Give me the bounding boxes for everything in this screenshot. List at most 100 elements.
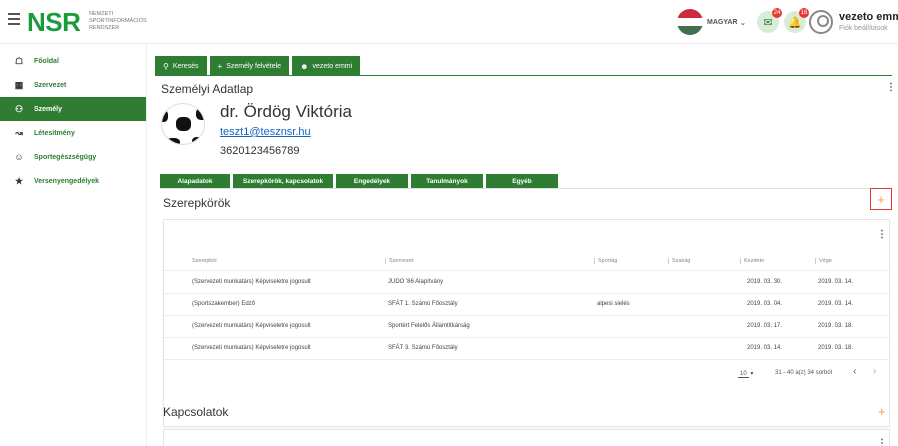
person-email-link[interactable]: teszt1@tesznsr.hu — [220, 126, 311, 138]
sidebar-item-label: Szervezet — [34, 81, 67, 89]
sidebar-item-facility[interactable]: ↝ Létesítmény — [0, 121, 146, 145]
cell-end: 2019. 03. 18. — [818, 323, 854, 329]
contacts-table-card: ⋮ — [163, 429, 890, 446]
tab-divider — [155, 75, 892, 76]
more-options-icon[interactable]: ⋮ — [877, 229, 887, 240]
add-contact-button[interactable]: + — [878, 404, 886, 419]
cell-organization: SFÁT 3. Számú Főosztály — [388, 345, 458, 351]
tab-other[interactable]: Egyéb — [486, 174, 558, 188]
cell-organization: JUDO '86 Alapítvány — [388, 279, 444, 285]
page-info: 31 - 40 a(z) 34 sorból — [775, 370, 833, 376]
app-logo[interactable]: NSR — [27, 7, 81, 38]
next-page-icon[interactable]: › — [873, 366, 876, 377]
people-icon: ⚇ — [14, 103, 24, 114]
messages-button[interactable]: ✉ 24 — [757, 8, 782, 33]
messages-badge: 24 — [772, 8, 782, 18]
cell-role: (Szervezeti munkatárs) Képviseletre jogo… — [192, 345, 311, 351]
cell-start: 2019. 03. 14. — [747, 345, 783, 351]
page-size-value: 10 — [738, 371, 749, 378]
sidebar-item-organization[interactable]: ▦ Szervezet — [0, 73, 146, 97]
cell-role: (Szervezeti munkatárs) Képviseletre jogo… — [192, 279, 311, 285]
sidebar-item-label: Versenyengedélyek — [34, 177, 99, 185]
sidebar-item-person[interactable]: ⚇ Személy — [0, 97, 146, 121]
tab-label: vezeto emmi — [312, 62, 353, 70]
cell-start: 2019. 03. 30. — [747, 279, 783, 285]
main-content: ⚲ Keresés + Személy felvétele ☻ vezeto e… — [147, 45, 898, 446]
tab-divider — [160, 188, 890, 189]
tab-licenses[interactable]: Engedélyek — [336, 174, 408, 188]
add-role-button[interactable]: + — [870, 188, 892, 210]
plus-icon: + — [217, 61, 223, 71]
more-options-icon[interactable]: ⋮ — [886, 82, 896, 93]
notifications-badge: 16 — [799, 8, 809, 18]
previous-page-icon[interactable]: ‹ — [853, 366, 856, 377]
table-row[interactable]: (Szervezeti munkatárs) Képviseletre jogo… — [164, 338, 889, 360]
tab-search[interactable]: ⚲ Keresés — [155, 56, 207, 76]
search-icon: ⚲ — [163, 61, 169, 71]
health-icon: ☺ — [14, 152, 24, 162]
tab-roles-relations[interactable]: Szerepkörök, kapcsolatok — [233, 174, 333, 188]
top-header: NSR Nemzeti Sportinformációs Rendszer MA… — [0, 0, 898, 44]
cell-end: 2019. 03. 18. — [818, 345, 854, 351]
sidebar-item-home[interactable]: ☖ Főoldal — [0, 49, 146, 73]
contacts-section-title: Kapcsolatok — [163, 405, 229, 419]
notifications-button[interactable]: 🔔 16 — [784, 8, 809, 33]
column-header-sport[interactable]: Sportág — [594, 258, 617, 264]
table-row[interactable]: (Szervezeti munkatárs) Képviseletre jogo… — [164, 316, 889, 338]
hungarian-flag-icon — [677, 9, 703, 35]
sidebar: ☖ Főoldal ▦ Szervezet ⚇ Személy ↝ Létesí… — [0, 45, 147, 446]
more-options-icon[interactable]: ⋮ — [877, 438, 887, 446]
cell-organization: Sportért Felelős Államtitkárság — [388, 323, 470, 329]
tab-studies[interactable]: Tanulmányok — [411, 174, 483, 188]
tab-add-person[interactable]: + Személy felvétele — [209, 56, 290, 76]
column-header-organization[interactable]: Szervezet — [385, 258, 413, 264]
cell-end: 2019. 03. 14. — [818, 279, 854, 285]
cell-sport: alpesi sielés — [597, 301, 630, 307]
dropdown-icon: ▾ — [750, 371, 754, 377]
menu-icon[interactable] — [8, 13, 20, 25]
column-header-end[interactable]: Vége — [815, 258, 832, 264]
profile-photo — [161, 103, 205, 145]
sidebar-item-competition-licenses[interactable]: ★ Versenyengedélyek — [0, 169, 146, 193]
cell-role: (Sportszakember) Edző — [192, 301, 256, 307]
roles-table-card: ⋮ Szerepkör Szervezet Sportág Szakág Kez… — [163, 219, 890, 427]
app-logo-subtitle: Nemzeti Sportinformációs Rendszer — [89, 11, 147, 31]
column-header-start[interactable]: Kezdete — [740, 258, 764, 264]
message-icon: ✉ — [763, 16, 773, 29]
cell-end: 2019. 03. 14. — [818, 301, 854, 307]
home-icon: ☖ — [14, 55, 24, 66]
tab-basic-data[interactable]: Alapadatok — [160, 174, 230, 188]
sidebar-item-label: Főoldal — [34, 57, 59, 65]
table-row[interactable]: (Szervezeti munkatárs) Képviseletre jogo… — [164, 272, 889, 294]
sidebar-item-label: Személy — [34, 105, 63, 113]
sidebar-item-sport-health[interactable]: ☺ Sportegészségügy — [0, 145, 146, 169]
user-name[interactable]: vezeto emmi — [839, 11, 898, 23]
page-size-select[interactable]: 10 ▾ — [738, 370, 754, 378]
bell-icon: 🔔 — [788, 16, 802, 29]
star-icon: ★ — [14, 175, 24, 186]
column-header-branch[interactable]: Szakág — [668, 258, 690, 264]
user-avatar[interactable] — [809, 10, 833, 34]
table-header: Szerepkör Szervezet Sportág Szakág Kezde… — [164, 253, 889, 271]
chevron-down-icon: ⌄ — [739, 17, 747, 27]
person-icon: ☻ — [300, 61, 309, 71]
cell-organization: SFÁT 1. Számú Főosztály — [388, 301, 458, 307]
person-name: dr. Ördög Viktória — [220, 102, 352, 121]
page-title: Személyi Adatlap — [161, 82, 254, 96]
profile-tab-bar: Alapadatok Szerepkörök, kapcsolatok Enge… — [160, 174, 561, 188]
account-settings-link[interactable]: Fiók beállítások — [839, 25, 888, 32]
building-icon: ▦ — [14, 79, 24, 90]
language-selector[interactable]: MAGYAR ⌄ — [677, 9, 746, 35]
person-phone: 3620123456789 — [220, 145, 300, 157]
cell-role: (Szervezeti munkatárs) Képviseletre jogo… — [192, 323, 311, 329]
column-header-role[interactable]: Szerepkör — [192, 258, 217, 264]
cell-start: 2019. 03. 04. — [747, 301, 783, 307]
sidebar-item-label: Létesítmény — [34, 129, 75, 137]
tab-user[interactable]: ☻ vezeto emmi — [292, 56, 361, 76]
table-row[interactable]: (Sportszakember) Edző SFÁT 1. Számú Főos… — [164, 294, 889, 316]
tab-label: Keresés — [172, 62, 199, 70]
roles-section-title: Szerepkörök — [163, 196, 231, 210]
top-tab-bar: ⚲ Keresés + Személy felvétele ☻ vezeto e… — [155, 56, 363, 76]
cell-start: 2019. 03. 17. — [747, 323, 783, 329]
sidebar-item-label: Sportegészségügy — [34, 153, 97, 161]
